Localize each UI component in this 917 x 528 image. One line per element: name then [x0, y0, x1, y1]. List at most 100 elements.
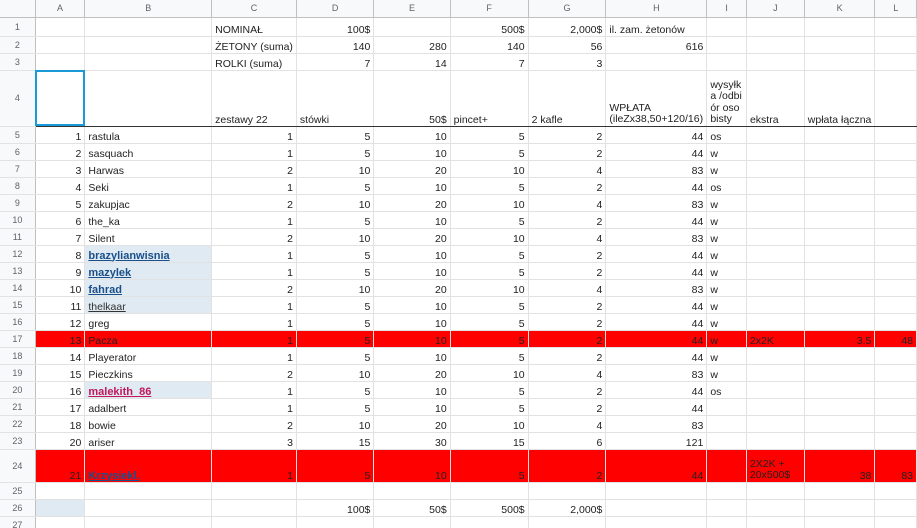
cell-L18[interactable]	[874, 347, 917, 365]
cell-F26[interactable]: 500$	[450, 498, 529, 517]
cell-G4[interactable]: 2 kafle	[528, 69, 607, 127]
cell-E10[interactable]: 10	[373, 211, 451, 229]
cell-L25[interactable]	[874, 482, 917, 500]
cell-J19[interactable]	[746, 364, 805, 382]
cell-K7[interactable]	[804, 160, 876, 178]
cell-L22[interactable]	[874, 415, 917, 433]
row-header[interactable]: 6	[0, 143, 36, 161]
cell-A17[interactable]: 13	[35, 330, 86, 348]
cell-J8[interactable]	[746, 177, 805, 195]
cell-G9[interactable]: 4	[528, 194, 607, 212]
cell-B2[interactable]	[84, 36, 213, 54]
cell-F23[interactable]: 15	[450, 432, 529, 450]
cell-J27[interactable]	[746, 516, 805, 528]
cell-F4[interactable]: pincet+	[450, 69, 529, 127]
cell-C10[interactable]: 1	[211, 211, 297, 229]
cell-G19[interactable]: 4	[528, 364, 607, 382]
cell-B24[interactable]: Krzysiekl.	[84, 449, 213, 483]
row-header[interactable]: 17	[0, 330, 36, 348]
cell-E21[interactable]: 10	[373, 398, 451, 416]
cell-C22[interactable]: 2	[211, 415, 297, 433]
cell-G7[interactable]: 4	[528, 160, 607, 178]
row-header[interactable]: 19	[0, 364, 36, 382]
cell-I2[interactable]	[706, 36, 747, 54]
cell-A16[interactable]: 12	[35, 313, 86, 331]
cell-H6[interactable]: 44	[605, 143, 708, 161]
cell-K2[interactable]	[804, 36, 876, 54]
cell-A19[interactable]: 15	[35, 364, 86, 382]
cell-D22[interactable]: 10	[296, 415, 375, 433]
cell-H5[interactable]: 44	[605, 126, 708, 144]
cell-G16[interactable]: 2	[528, 313, 607, 331]
cell-A4-selected[interactable]	[35, 69, 86, 127]
cell-E5[interactable]: 10	[373, 126, 451, 144]
cell-J14[interactable]	[746, 279, 805, 297]
cell-D10[interactable]: 5	[296, 211, 375, 229]
cell-J17[interactable]: 2x2K	[746, 330, 805, 348]
cell-G1[interactable]: 2,000$	[528, 17, 607, 37]
cell-H3[interactable]	[605, 53, 708, 71]
cell-A1[interactable]	[35, 17, 86, 37]
cell-H13[interactable]: 44	[605, 262, 708, 280]
cell-A14[interactable]: 10	[35, 279, 86, 297]
row-header[interactable]: 2	[0, 36, 36, 54]
cell-A18[interactable]: 14	[35, 347, 86, 365]
cell-L11[interactable]	[874, 228, 917, 246]
cell-L10[interactable]	[874, 211, 917, 229]
cell-B19[interactable]: Pieczkins	[84, 364, 213, 382]
cell-I12[interactable]: w	[706, 245, 747, 263]
cell-L24[interactable]: 83	[874, 449, 917, 483]
cell-C26[interactable]	[211, 499, 297, 517]
cell-K13[interactable]	[804, 262, 876, 280]
column-header-f[interactable]: F	[450, 0, 529, 18]
cell-E12[interactable]: 10	[373, 245, 451, 263]
cell-G10[interactable]: 2	[528, 211, 607, 229]
cell-G20[interactable]: 2	[528, 381, 607, 399]
cell-K25[interactable]	[804, 482, 876, 500]
cell-E1[interactable]	[373, 17, 451, 37]
cell-E14[interactable]: 20	[373, 279, 451, 297]
cell-C2[interactable]: ŻETONY (suma)	[211, 36, 297, 54]
cell-J1[interactable]	[746, 17, 805, 37]
cell-C1[interactable]: NOMINAŁ	[211, 17, 297, 37]
player-link[interactable]: brazylianwisnia	[88, 250, 169, 262]
cell-B7[interactable]: Harwas	[84, 160, 213, 178]
cell-E6[interactable]: 10	[373, 143, 451, 161]
cell-B17[interactable]: Pacza	[84, 330, 213, 348]
cell-A7[interactable]: 3	[35, 160, 86, 178]
row-header[interactable]: 15	[0, 296, 36, 314]
cell-K9[interactable]	[804, 194, 876, 212]
cell-F17[interactable]: 5	[450, 330, 529, 348]
row-header[interactable]: 21	[0, 398, 36, 416]
cell-I17[interactable]: w	[706, 330, 747, 348]
cell-E27[interactable]	[373, 516, 451, 528]
cell-C4[interactable]: zestawy 22	[211, 69, 297, 127]
cell-A8[interactable]: 4	[35, 177, 86, 195]
cell-H22[interactable]: 83	[605, 415, 708, 433]
cell-K14[interactable]	[804, 279, 876, 297]
row-header[interactable]: 9	[0, 194, 36, 212]
cell-C7[interactable]: 2	[211, 160, 297, 178]
cell-D12[interactable]: 5	[296, 245, 375, 263]
cell-G8[interactable]: 2	[528, 177, 607, 195]
cell-H23[interactable]: 121	[605, 432, 708, 450]
cell-H15[interactable]: 44	[605, 296, 708, 314]
cell-C9[interactable]: 2	[211, 194, 297, 212]
player-link[interactable]: Krzysiekl.	[88, 470, 139, 482]
cell-L27[interactable]	[874, 516, 917, 528]
row-header[interactable]: 27	[0, 516, 36, 528]
cell-D15[interactable]: 5	[296, 296, 375, 314]
cell-K10[interactable]	[804, 211, 876, 229]
cell-A22[interactable]: 18	[35, 415, 86, 433]
cell-B20[interactable]: malekith_86	[84, 381, 213, 399]
cell-A2[interactable]	[35, 36, 86, 54]
cell-G2[interactable]: 56	[528, 36, 607, 54]
cell-C18[interactable]: 1	[211, 347, 297, 365]
cell-F19[interactable]: 10	[450, 364, 529, 382]
cell-D4[interactable]: stówki	[296, 69, 375, 127]
cell-D6[interactable]: 5	[296, 143, 375, 161]
row-header[interactable]: 3	[0, 53, 36, 71]
cell-H4[interactable]: WPŁATA (ileZx38,50+120/16)	[605, 69, 708, 127]
cell-K1[interactable]	[804, 17, 876, 37]
cell-H9[interactable]: 83	[605, 194, 708, 212]
